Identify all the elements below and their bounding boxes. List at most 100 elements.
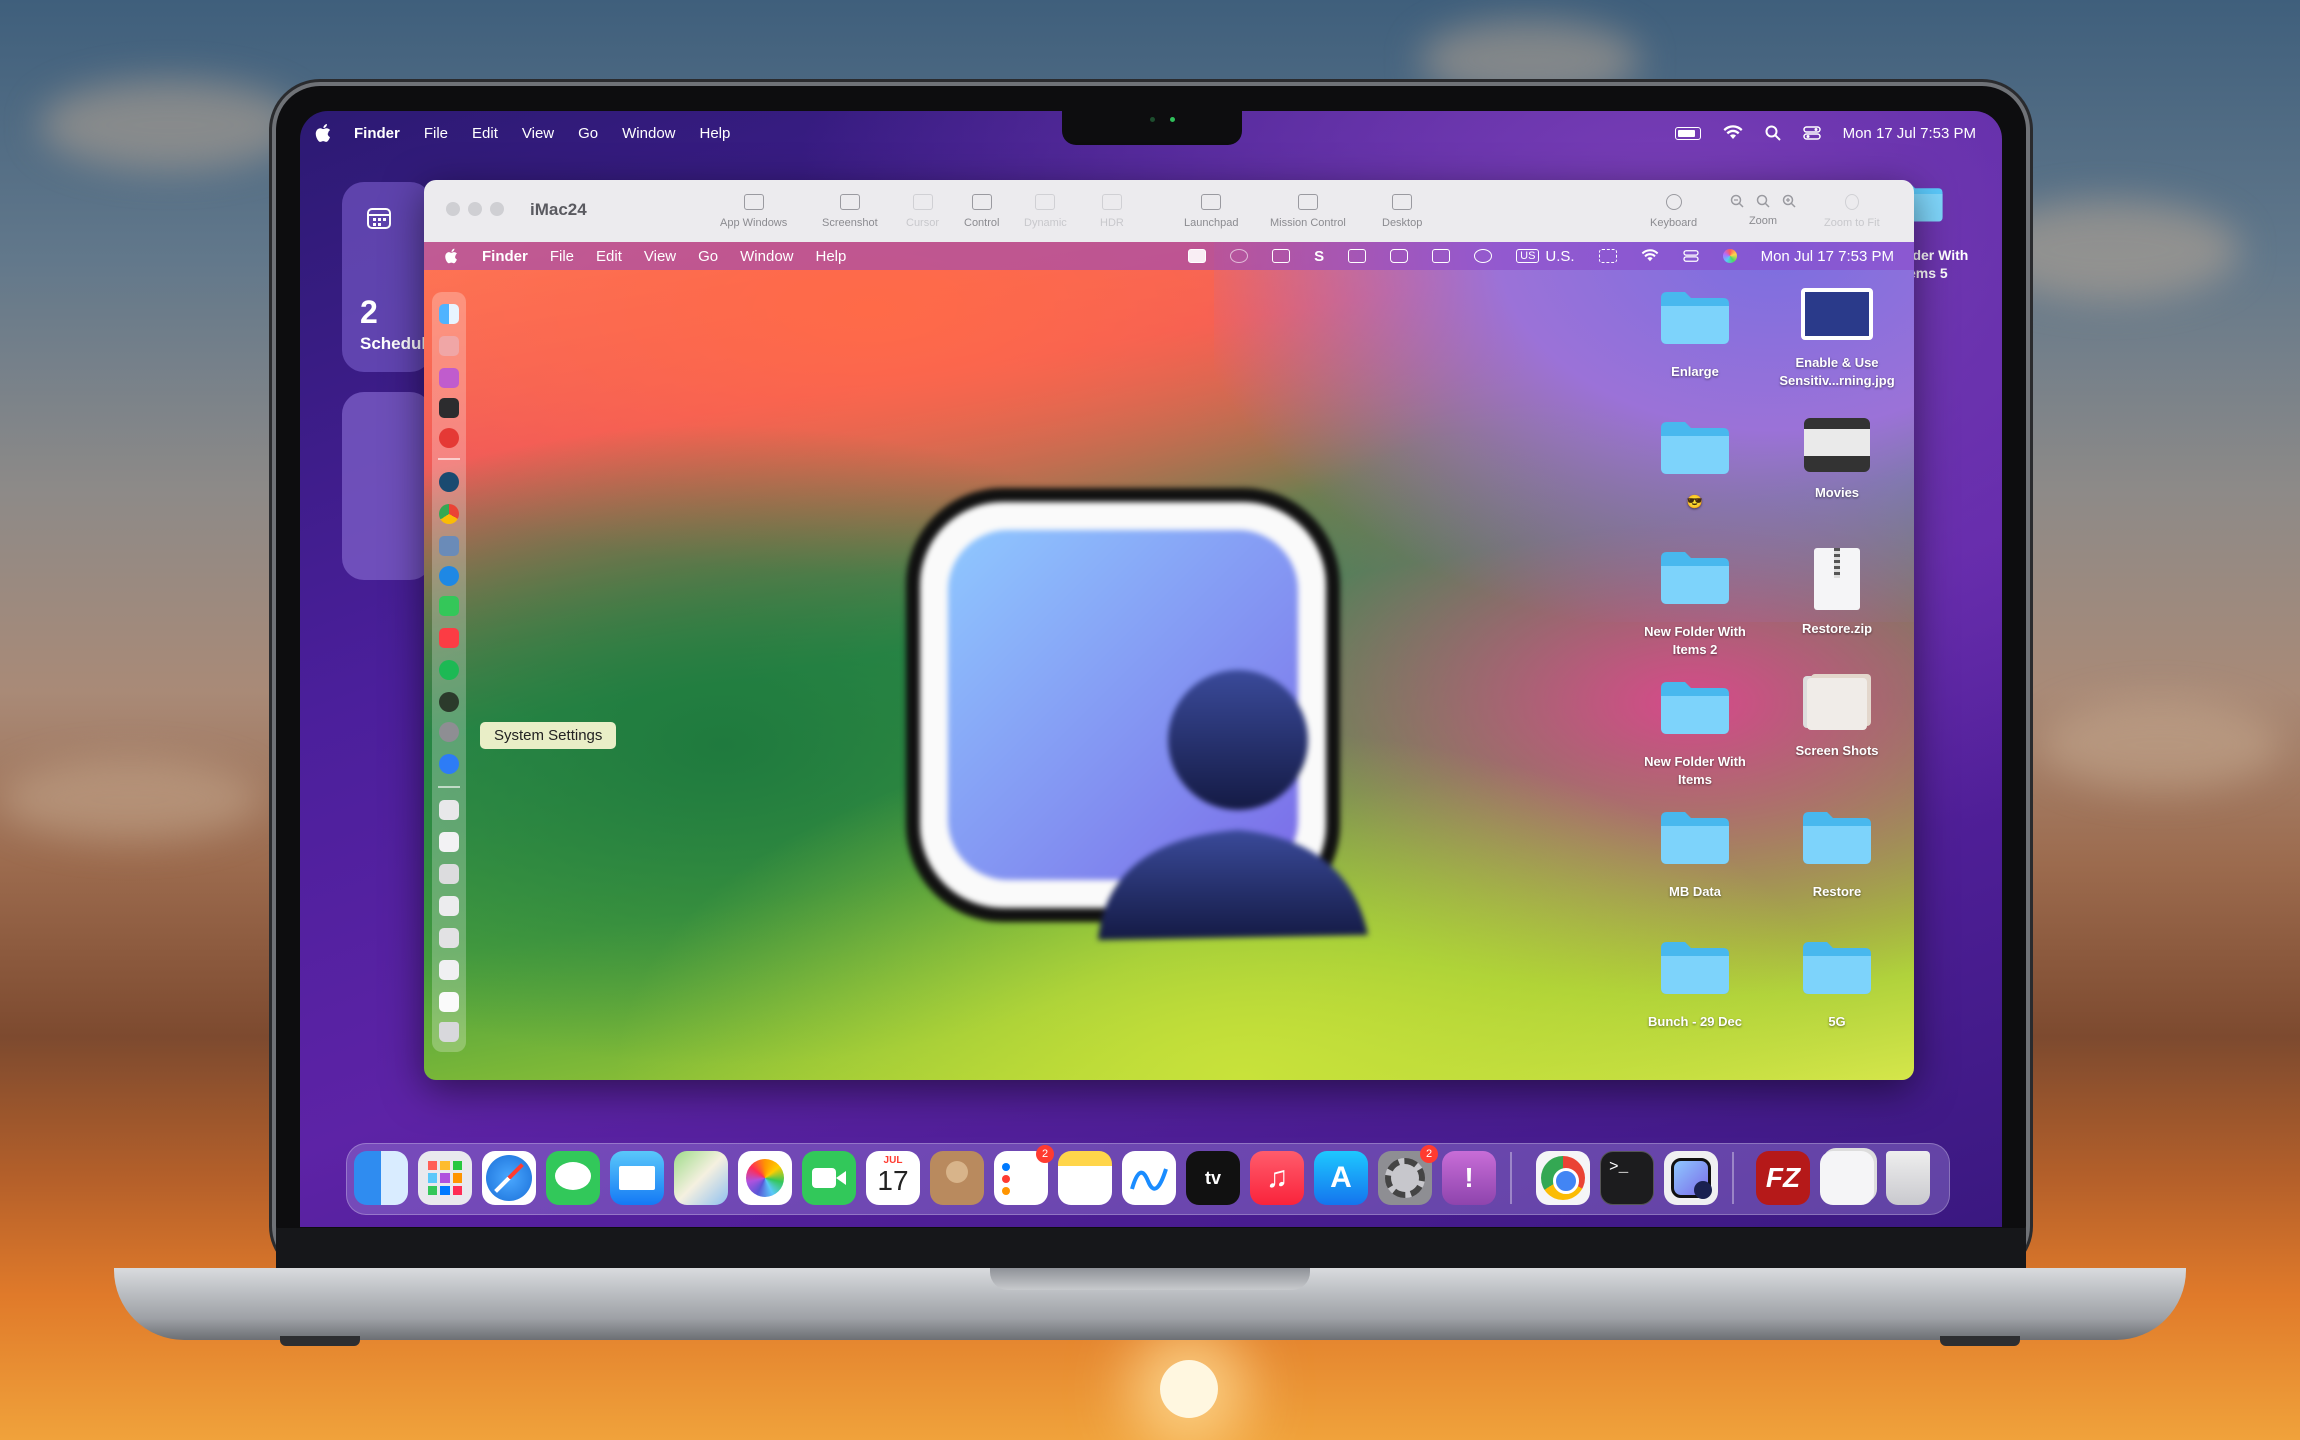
notes-icon[interactable] xyxy=(1058,1151,1112,1205)
siri-icon[interactable] xyxy=(1722,249,1737,263)
text-replacement-icon[interactable]: S xyxy=(1314,248,1324,265)
search-icon[interactable] xyxy=(1765,125,1781,141)
facetime-icon[interactable] xyxy=(802,1151,856,1205)
screen-sharing-window[interactable]: iMac24 App Windows Screenshot Cursor Con… xyxy=(424,180,1914,1080)
photos-icon[interactable] xyxy=(738,1151,792,1205)
launchpad-icon[interactable] xyxy=(418,1151,472,1205)
trash-icon[interactable] xyxy=(1886,1151,1930,1205)
remote-menu-edit[interactable]: Edit xyxy=(596,248,622,265)
remote-clock[interactable]: Mon Jul 17 7:53 PM xyxy=(1761,248,1894,265)
toolbar-hdr[interactable]: HDR xyxy=(1100,194,1124,229)
apple-icon[interactable] xyxy=(314,122,334,144)
fullscreen-icon[interactable] xyxy=(1598,249,1617,263)
desktop-folder[interactable]: 😎 xyxy=(1630,418,1760,511)
safari-icon[interactable] xyxy=(482,1151,536,1205)
system-settings-icon[interactable] xyxy=(439,722,459,742)
toolbar-dynamic[interactable]: Dynamic xyxy=(1024,194,1067,229)
toolbar-launchpad[interactable]: Launchpad xyxy=(1184,194,1238,229)
finder-icon[interactable] xyxy=(439,304,459,324)
document-stack-icon[interactable] xyxy=(439,992,459,1012)
toolbar-desktop[interactable]: Desktop xyxy=(1382,194,1422,229)
app-store-icon[interactable]: A xyxy=(1314,1151,1368,1205)
input-source[interactable]: US U.S. xyxy=(1516,248,1575,265)
safari-icon[interactable] xyxy=(439,754,459,774)
menu-go[interactable]: Go xyxy=(578,125,598,142)
window-titlebar[interactable]: iMac24 App Windows Screenshot Cursor Con… xyxy=(424,180,1914,242)
toolbar-control[interactable]: Control xyxy=(964,194,999,229)
desktop-folder[interactable]: Bunch - 29 Dec xyxy=(1630,938,1760,1031)
app-icon[interactable] xyxy=(439,692,459,712)
control-center-icon[interactable] xyxy=(1682,249,1699,263)
desktop-folder[interactable]: New Folder With Items 2 xyxy=(1630,548,1760,659)
terminal-icon[interactable]: >_ xyxy=(1600,1151,1654,1205)
desktop-folder[interactable]: Enlarge xyxy=(1630,288,1760,381)
wifi-icon[interactable] xyxy=(1723,125,1743,141)
window-icon[interactable] xyxy=(1348,249,1367,263)
toolbar-mission-control[interactable]: Mission Control xyxy=(1270,194,1346,229)
desktop-folder[interactable]: 5G xyxy=(1772,938,1902,1031)
maps-icon[interactable] xyxy=(674,1151,728,1205)
toolbar-zoom[interactable]: Zoom xyxy=(1730,194,1796,227)
music-icon[interactable]: ♫ xyxy=(1250,1151,1304,1205)
menu-help[interactable]: Help xyxy=(700,125,731,142)
desktop-folder[interactable]: MB Data xyxy=(1630,808,1760,901)
document-stack-icon[interactable] xyxy=(439,832,459,852)
airplay-icon[interactable] xyxy=(1230,249,1249,263)
quicktime-icon[interactable] xyxy=(439,472,459,492)
toolbar-cursor[interactable]: Cursor xyxy=(906,194,939,229)
finder-icon[interactable] xyxy=(354,1151,408,1205)
preview-icon[interactable] xyxy=(439,536,459,556)
messages-icon[interactable] xyxy=(546,1151,600,1205)
toolbar-zoom-to-fit[interactable]: Zoom to Fit xyxy=(1824,194,1880,229)
filezilla-icon[interactable]: FZ xyxy=(1756,1151,1810,1205)
desktop-image-file[interactable]: Enable & Use Sensitiv...rning.jpg xyxy=(1772,288,1902,390)
feedback-icon[interactable]: ! xyxy=(1442,1151,1496,1205)
document-stack-icon[interactable] xyxy=(439,928,459,948)
toolbar-app-windows[interactable]: App Windows xyxy=(720,194,787,229)
terminal-icon[interactable] xyxy=(439,398,459,418)
desktop-zip-file[interactable]: Restore.zip xyxy=(1772,548,1902,638)
screen-sharing-status-icon[interactable] xyxy=(1188,249,1207,263)
menu-view[interactable]: View xyxy=(522,125,554,142)
desktop-folder[interactable]: Restore xyxy=(1772,808,1902,901)
downloads-stack-icon[interactable] xyxy=(1820,1151,1874,1205)
menu-file[interactable]: File xyxy=(424,125,448,142)
launchpad-icon[interactable] xyxy=(439,336,459,356)
chrome-icon[interactable] xyxy=(1536,1151,1590,1205)
document-stack-icon[interactable] xyxy=(439,864,459,884)
menu-app-name[interactable]: Finder xyxy=(354,125,400,142)
battery-icon[interactable] xyxy=(1674,126,1701,140)
zoom-button[interactable] xyxy=(490,202,504,216)
menu-edit[interactable]: Edit xyxy=(472,125,498,142)
remote-menu-app-name[interactable]: Finder xyxy=(482,248,528,265)
keyboard-viewer-icon[interactable] xyxy=(1272,249,1291,263)
desktop-movies-folder[interactable]: Movies xyxy=(1772,418,1902,502)
remote-menu-go[interactable]: Go xyxy=(698,248,718,265)
contacts-icon[interactable] xyxy=(930,1151,984,1205)
skype-icon[interactable] xyxy=(1390,249,1409,263)
remote-menu-file[interactable]: File xyxy=(550,248,574,265)
document-stack-icon[interactable] xyxy=(439,800,459,820)
system-settings-icon[interactable]: 2 xyxy=(1378,1145,1438,1205)
remote-menu-help[interactable]: Help xyxy=(816,248,847,265)
menu-window[interactable]: Window xyxy=(622,125,675,142)
desktop-folder[interactable]: New Folder With Items xyxy=(1630,678,1760,789)
apple-icon[interactable] xyxy=(444,247,460,265)
close-button[interactable] xyxy=(446,202,460,216)
remote-menu-view[interactable]: View xyxy=(644,248,676,265)
document-stack-icon[interactable] xyxy=(439,896,459,916)
chrome-icon[interactable] xyxy=(439,504,459,524)
music-icon[interactable] xyxy=(439,628,459,648)
menu-clock[interactable]: Mon 17 Jul 7:53 PM xyxy=(1843,125,1976,142)
toolbar-keyboard[interactable]: Keyboard xyxy=(1650,194,1697,229)
tv-icon[interactable]: tv xyxy=(1186,1151,1240,1205)
checkmark-icon[interactable] xyxy=(1474,249,1493,263)
opera-icon[interactable] xyxy=(439,428,459,448)
toolbar-screenshot[interactable]: Screenshot xyxy=(822,194,878,229)
control-center-icon[interactable] xyxy=(1802,125,1821,141)
document-stack-icon[interactable] xyxy=(439,960,459,980)
spotify-icon[interactable] xyxy=(439,660,459,680)
screen-sharing-icon[interactable] xyxy=(1664,1151,1718,1205)
mail-icon[interactable] xyxy=(610,1151,664,1205)
widget-placeholder[interactable] xyxy=(342,392,432,580)
